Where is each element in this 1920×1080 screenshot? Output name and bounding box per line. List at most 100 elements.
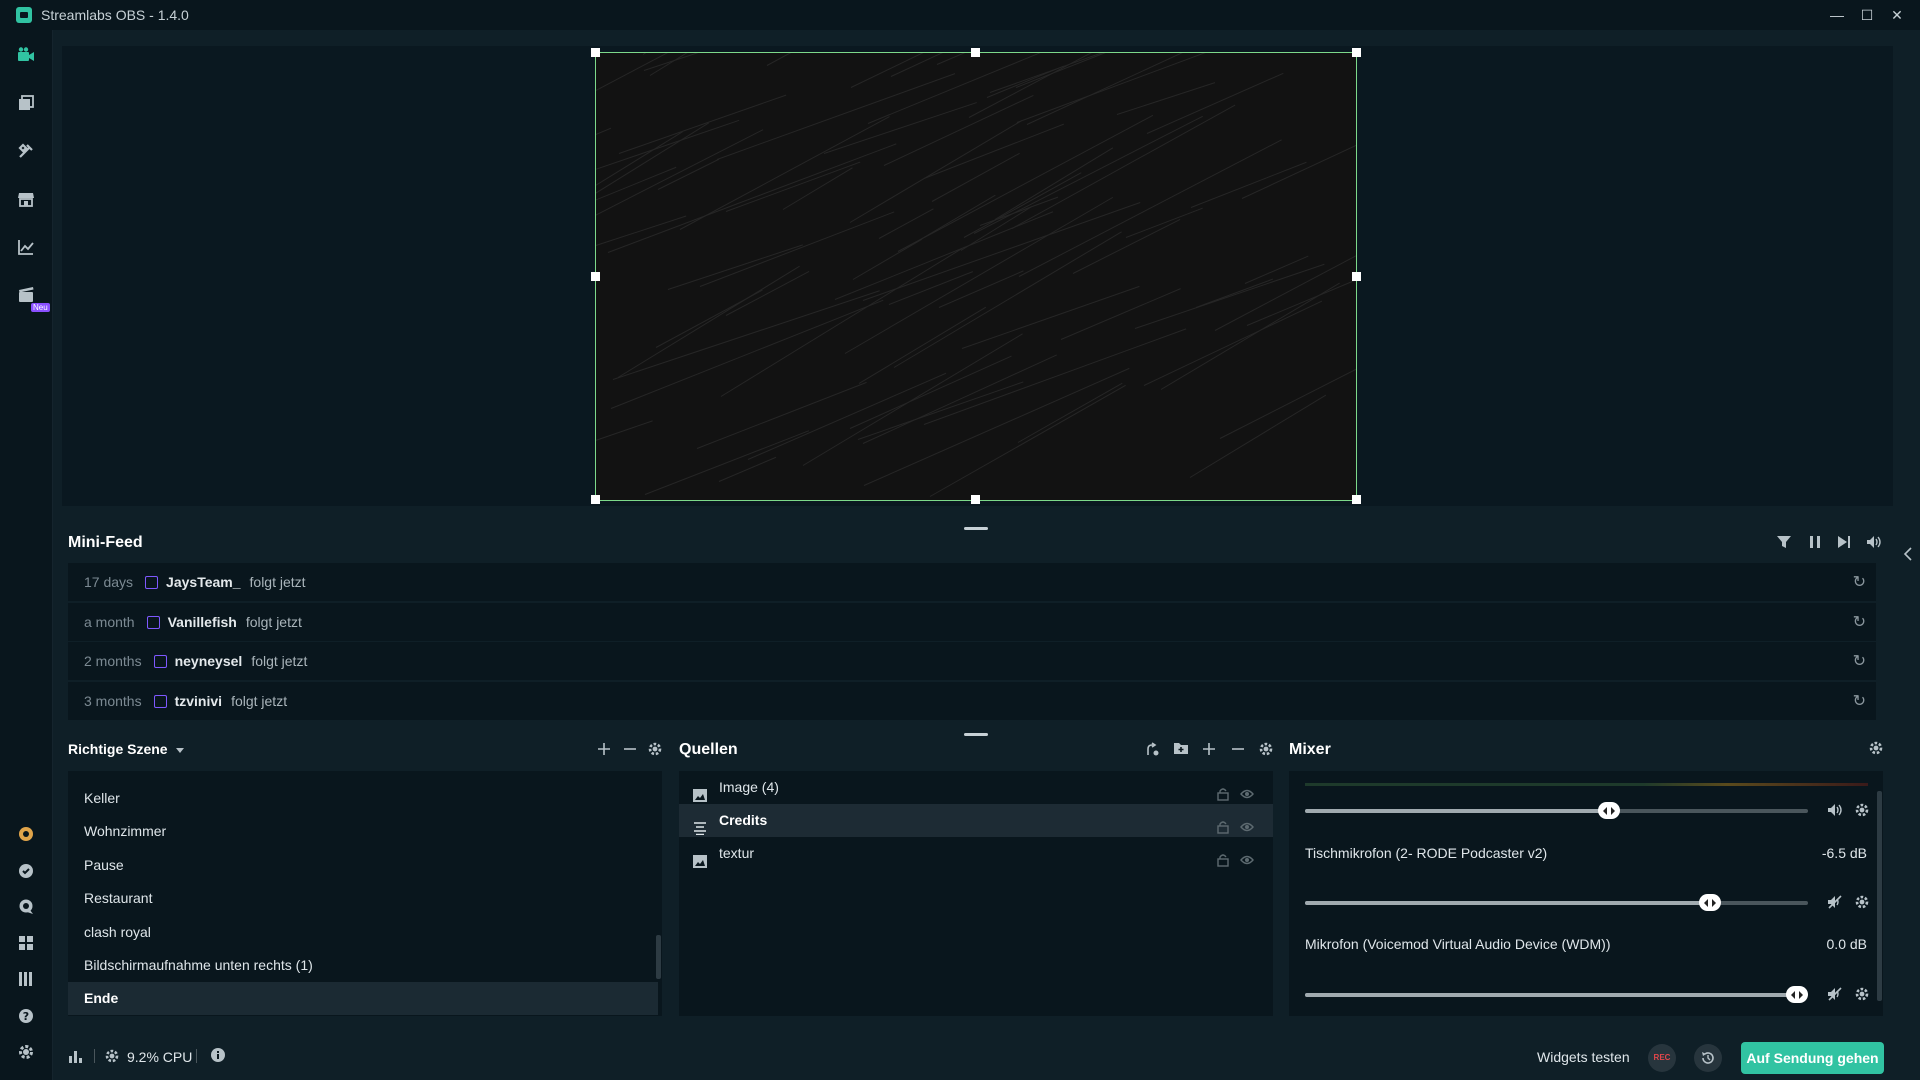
lock-icon[interactable] [1216, 813, 1230, 834]
mixer-settings-icon[interactable] [1868, 740, 1884, 761]
scene-item-active[interactable]: Ende [68, 982, 658, 1015]
scene-item[interactable]: Wohnzimmer [68, 815, 658, 848]
image-icon [693, 847, 707, 868]
scrollbar[interactable] [656, 935, 661, 979]
app-store-icon[interactable] [15, 140, 37, 162]
feed-action: folgt jetzt [249, 574, 306, 590]
texture-streak [1143, 300, 1323, 387]
scene-collection-title[interactable]: Richtige Szene [68, 741, 168, 757]
themes-icon[interactable] [15, 92, 37, 114]
preview-canvas[interactable] [595, 52, 1357, 501]
volume-icon[interactable] [1866, 534, 1882, 555]
skip-icon[interactable] [1836, 534, 1852, 555]
texture-streak [867, 53, 1040, 124]
prime-icon[interactable] [15, 823, 37, 845]
volume-slider[interactable] [1305, 894, 1808, 911]
scrollbar[interactable] [1877, 791, 1882, 1001]
settings-icon[interactable] [15, 1041, 37, 1063]
resize-handle[interactable] [1352, 495, 1361, 504]
layout-icon[interactable] [15, 932, 37, 954]
close-button[interactable]: ✕ [1882, 3, 1912, 27]
maximize-button[interactable]: ☐ [1852, 3, 1882, 27]
resize-handle[interactable] [1352, 272, 1361, 281]
visibility-eye-icon[interactable] [1240, 846, 1254, 865]
replay-icon[interactable]: ↻ [1853, 691, 1866, 711]
pause-icon[interactable] [1807, 534, 1823, 555]
minimize-button[interactable]: — [1822, 3, 1852, 27]
source-item[interactable]: textur [679, 837, 1273, 870]
muted-icon[interactable] [1827, 894, 1843, 915]
replay-buffer-button[interactable] [1694, 1044, 1722, 1072]
resize-handle[interactable] [971, 48, 980, 57]
dashboard-icon[interactable] [15, 236, 37, 258]
twitch-chat-icon [153, 654, 167, 668]
channel-settings-icon[interactable] [1854, 986, 1870, 1007]
feed-row: 2 months neyneysel folgt jetzt ↻ [68, 642, 1876, 680]
resize-handle[interactable] [971, 495, 980, 504]
remove-scene-button[interactable] [622, 741, 638, 762]
volume-icon[interactable] [1827, 802, 1843, 823]
source-item-active[interactable]: Credits [679, 804, 1273, 837]
channel-settings-icon[interactable] [1854, 894, 1870, 915]
record-button[interactable]: REC [1648, 1044, 1676, 1072]
lock-icon[interactable] [1216, 780, 1230, 801]
mixer-title: Mixer [1289, 741, 1331, 758]
channel-settings-icon[interactable] [1854, 802, 1870, 823]
resize-handle[interactable] [591, 48, 600, 57]
go-live-button[interactable]: Auf Sendung gehen [1741, 1042, 1884, 1074]
divider [196, 1049, 197, 1063]
add-scene-button[interactable] [596, 741, 612, 762]
source-settings-icon[interactable] [1258, 741, 1274, 762]
filter-icon[interactable] [1776, 534, 1792, 555]
panel-resize-grip[interactable] [964, 527, 988, 530]
info-icon[interactable] [210, 1047, 226, 1068]
slider-knob[interactable] [1699, 894, 1722, 911]
texture-streak [931, 152, 1020, 202]
volume-slider[interactable] [1305, 986, 1808, 1003]
chevron-down-icon[interactable] [174, 743, 186, 761]
twitch-chat-icon [153, 694, 167, 708]
texture-streak [1160, 282, 1340, 390]
volume-slider[interactable] [1305, 802, 1808, 819]
replay-icon[interactable]: ↻ [1853, 612, 1866, 632]
question-icon[interactable]: ? [15, 1005, 37, 1027]
widgets-test-button[interactable]: Widgets testen [1537, 1049, 1630, 1065]
muted-icon[interactable] [1827, 986, 1843, 1007]
scene-item[interactable]: clash royal [68, 916, 658, 949]
audio-level-meter [1305, 783, 1868, 786]
slider-knob[interactable] [1786, 986, 1808, 1003]
remove-source-button[interactable] [1230, 741, 1246, 762]
chat-icon[interactable] [15, 896, 37, 918]
scene-item[interactable]: Keller [68, 782, 658, 815]
add-folder-icon[interactable] [1173, 740, 1189, 761]
replay-icon[interactable]: ↻ [1853, 651, 1866, 671]
add-source-button[interactable] [1201, 741, 1217, 762]
scene-item[interactable]: Bildschirmaufnahme unten rechts (1) [68, 949, 658, 982]
resize-handle[interactable] [591, 495, 600, 504]
studio-mode-icon[interactable] [15, 968, 37, 990]
source-item[interactable]: Image (4) [679, 771, 1273, 804]
texture-streak [1011, 104, 1236, 229]
texture-streak [645, 429, 810, 495]
lock-icon[interactable] [1216, 846, 1230, 867]
stats-bar-icon[interactable] [68, 1048, 84, 1069]
scene-item[interactable]: Restaurant [68, 882, 658, 915]
texture-streak [923, 123, 1064, 179]
resize-handle[interactable] [591, 272, 600, 281]
help-circle-icon[interactable] [15, 860, 37, 882]
scene-settings-icon[interactable] [647, 741, 663, 762]
texture-streak [1060, 288, 1181, 340]
feed-user: JaysTeam_ [166, 574, 241, 590]
editor-icon[interactable] [15, 44, 37, 66]
visibility-eye-icon[interactable] [1240, 780, 1254, 799]
visibility-eye-icon[interactable] [1240, 813, 1254, 832]
resize-handle[interactable] [1352, 48, 1361, 57]
collapse-chevron-icon[interactable] [1903, 547, 1913, 566]
scene-item[interactable]: Pause [68, 849, 658, 882]
panel-resize-grip[interactable] [964, 733, 988, 736]
replay-icon[interactable]: ↻ [1853, 572, 1866, 592]
source-transitions-icon[interactable] [1144, 741, 1160, 762]
store-icon[interactable] [15, 188, 37, 210]
slider-knob[interactable] [1598, 802, 1621, 819]
texture-streak [1015, 53, 1193, 89]
